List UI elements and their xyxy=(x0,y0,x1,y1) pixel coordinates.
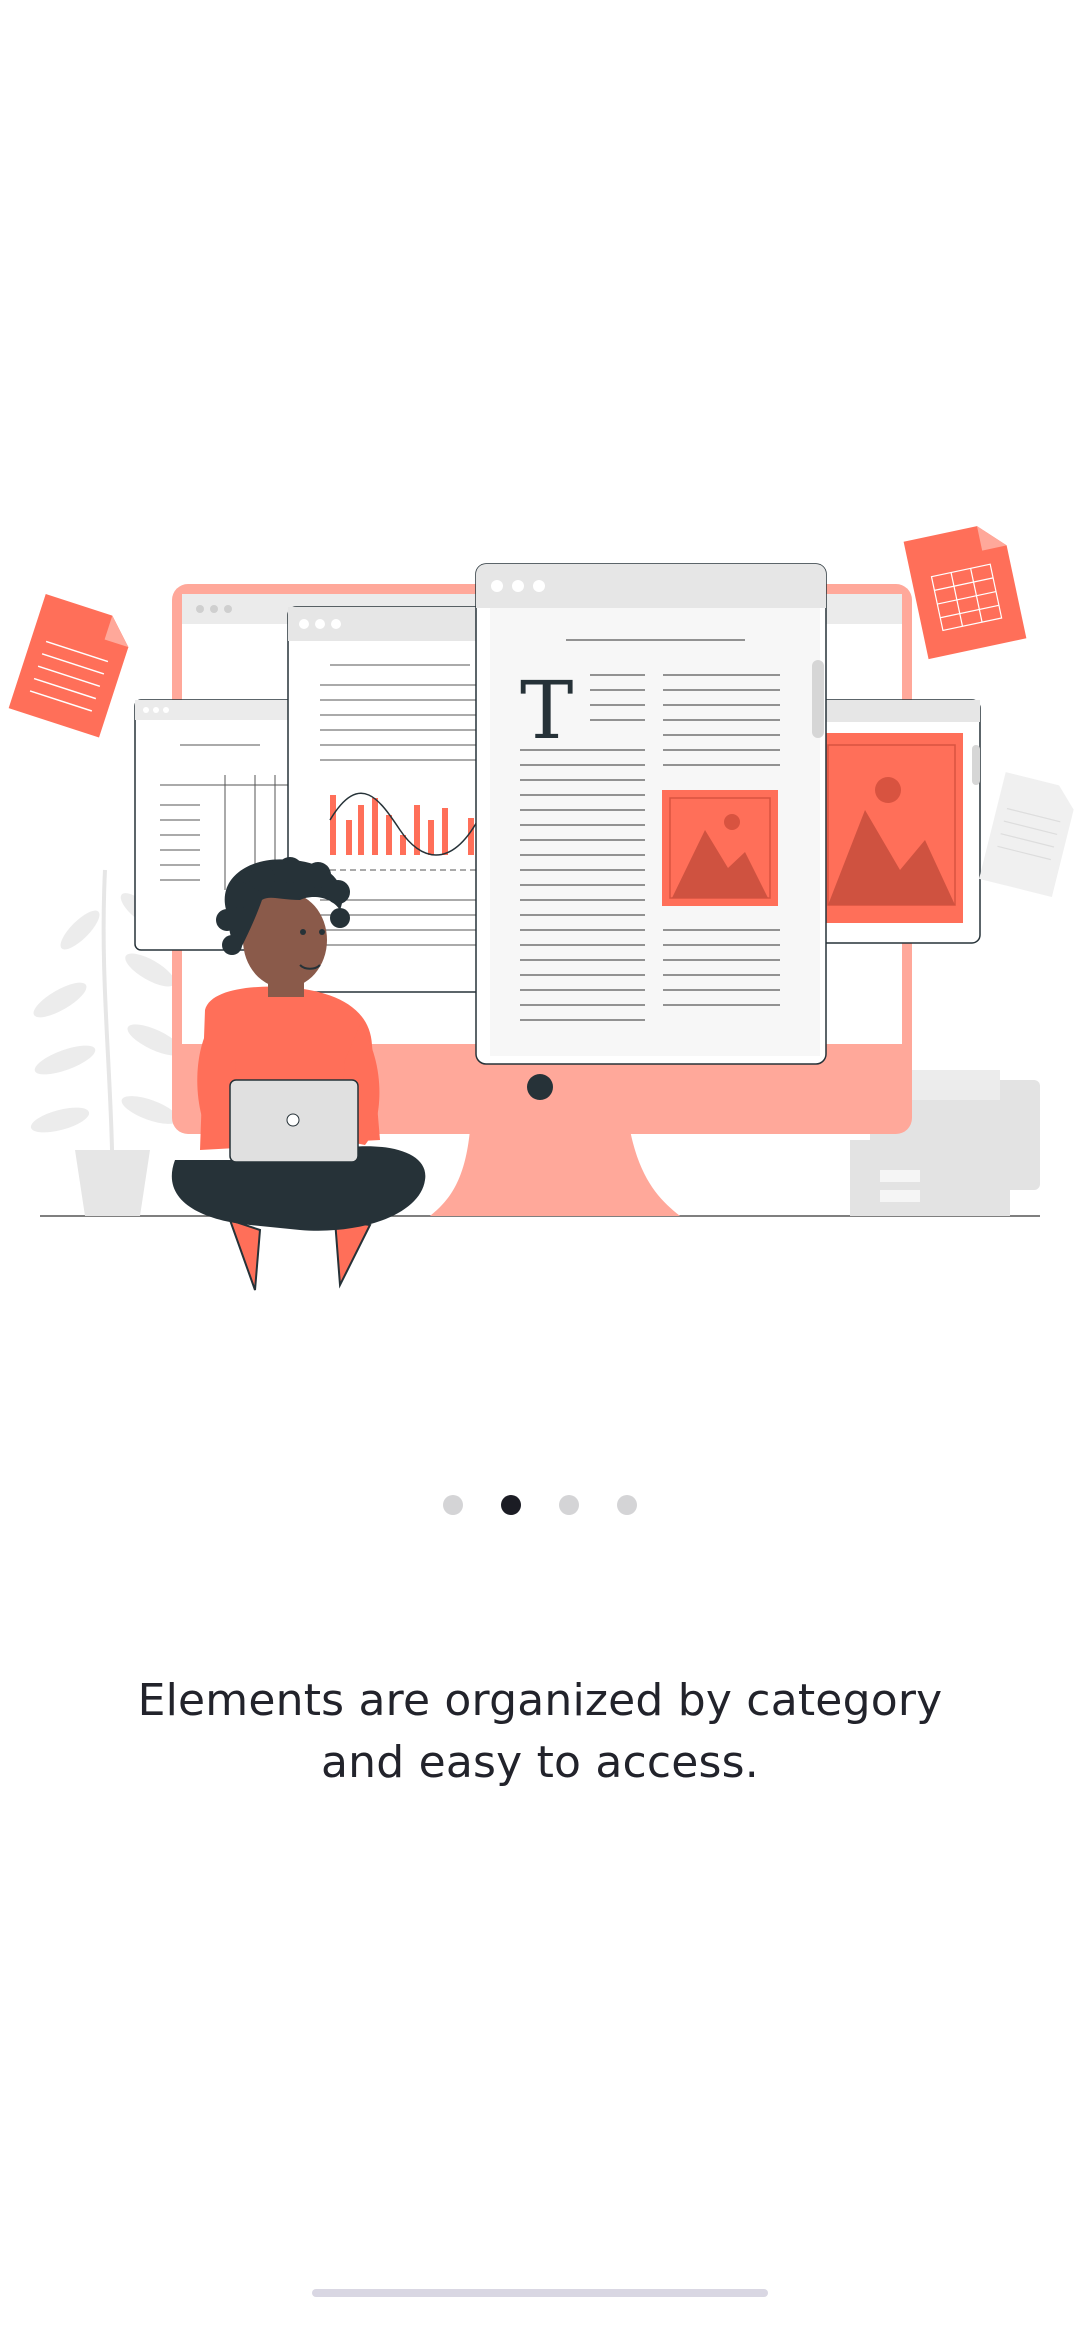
home-indicator[interactable] xyxy=(312,2289,768,2297)
floating-document-gray xyxy=(979,772,1074,897)
document-window: T xyxy=(475,563,827,1065)
monitor-stand xyxy=(430,1130,680,1216)
onboarding-caption: Elements are organized by category and e… xyxy=(137,1675,943,1788)
page-dot-2-active[interactable] xyxy=(501,1495,521,1515)
floating-document-left xyxy=(8,594,129,738)
page-dot-1[interactable] xyxy=(443,1495,463,1515)
page-dot-3[interactable] xyxy=(559,1495,579,1515)
onboarding-illustration: T xyxy=(0,500,1080,1320)
page-indicator xyxy=(0,1490,1080,1520)
image-window xyxy=(799,699,981,944)
svg-text:T: T xyxy=(520,664,573,757)
page-dot-4[interactable] xyxy=(617,1495,637,1515)
floating-document-right xyxy=(903,526,1027,660)
